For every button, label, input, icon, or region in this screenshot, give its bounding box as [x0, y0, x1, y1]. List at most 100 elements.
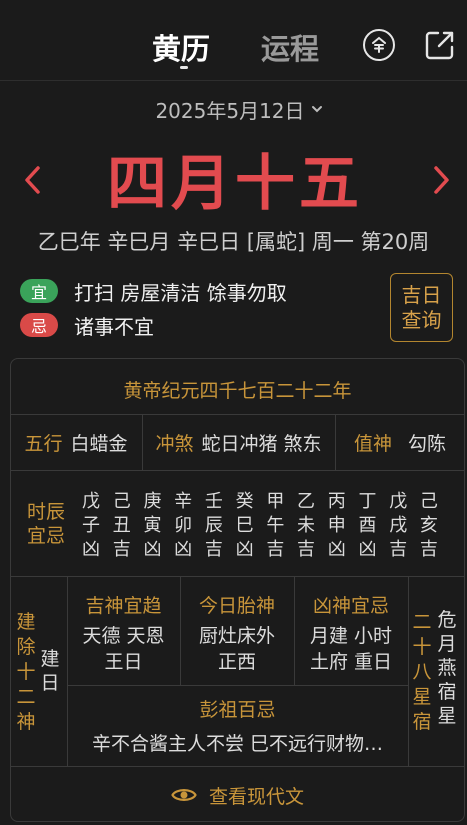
- xiongshen-line2: 土府 重日: [309, 650, 393, 673]
- jishen-title: 吉神宜趋: [85, 594, 162, 617]
- jianchu-char: 除: [16, 635, 36, 658]
- active-tab-indicator: [180, 66, 188, 69]
- xiu-value-char: 月: [437, 633, 457, 655]
- shichen-luck: 吉: [389, 539, 408, 560]
- shichen-column: 丙申凶: [326, 487, 348, 565]
- shichen-stem: 丁: [358, 491, 377, 512]
- jishen-line1: 天德 天恩: [82, 624, 165, 647]
- shichen-branch: 巳: [235, 515, 254, 536]
- yen-circle-icon[interactable]: [363, 29, 395, 61]
- jianchu-char: 神: [16, 710, 36, 733]
- xiu-char: 十: [412, 635, 432, 658]
- xiu-value-char: 宿: [437, 681, 457, 703]
- ji-text: 诸事不宜: [74, 315, 154, 339]
- next-day-button[interactable]: [428, 163, 454, 197]
- chongsha-label: 冲煞: [155, 432, 194, 455]
- shichen-grid: 戊子凶己丑吉庚寅凶辛卯凶壬辰吉癸巳凶甲午吉乙未吉丙申凶丁酉凶戊戌吉己亥吉: [80, 487, 440, 565]
- shichen-column: 己亥吉: [418, 487, 440, 565]
- shichen-column: 乙未吉: [295, 487, 317, 565]
- zhishen-label: 值神: [353, 432, 392, 455]
- shichen-branch: 戌: [389, 515, 408, 536]
- jianchu-value-char: 建: [40, 648, 60, 670]
- header-divider: [0, 80, 467, 81]
- shichen-stem: 丙: [327, 491, 346, 512]
- xiu-char: 二: [412, 610, 432, 633]
- taishen-line2: 正西: [217, 650, 256, 673]
- xiongshen-title: 凶神宜忌: [312, 594, 389, 617]
- date-selector[interactable]: 2025年5月12日: [140, 95, 340, 123]
- shichen-stem: 己: [419, 491, 438, 512]
- divider: [67, 685, 408, 686]
- xiu-value-char: 燕: [437, 657, 457, 679]
- shichen-luck: 凶: [174, 539, 193, 560]
- shichen-stem: 癸: [235, 491, 254, 512]
- xiu-value-char: 星: [437, 705, 457, 727]
- jianchu-value: 建 日: [38, 645, 62, 697]
- xiu-value-char: 危: [437, 609, 457, 631]
- view-modern-text-button[interactable]: 查看现代文: [10, 770, 465, 820]
- jiri-query-button[interactable]: 吉日 查询: [390, 273, 453, 342]
- date-label: 2025年5月12日: [155, 98, 305, 123]
- jiri-line2: 查询: [401, 307, 442, 332]
- shichen-branch: 申: [327, 515, 346, 536]
- shichen-luck: 凶: [327, 539, 346, 560]
- jianchu-char: 建: [16, 610, 36, 633]
- jishen-line2: 王日: [104, 650, 143, 673]
- share-icon[interactable]: [424, 29, 456, 61]
- pengzu-text: 辛不合酱主人不尝 巳不远行财物…: [91, 732, 384, 755]
- eye-icon: [171, 789, 197, 801]
- shichen-stem: 乙: [297, 491, 316, 512]
- shichen-branch: 酉: [358, 515, 377, 536]
- shichen-column: 戊戌吉: [387, 487, 409, 565]
- zhishen-cell: 值神 勾陈: [335, 414, 465, 470]
- xiu-char: 宿: [412, 710, 432, 733]
- shichen-luck: 吉: [419, 539, 438, 560]
- ganzhi-line: 乙巳年 辛巳月 辛巳日 [属蛇] 周一 第20周: [37, 230, 430, 254]
- taishen-title: 今日胎神: [198, 594, 275, 617]
- tab-huangli[interactable]: 黄历: [152, 26, 210, 68]
- shichen-column: 壬辰吉: [203, 487, 225, 565]
- shichen-column: 甲午吉: [264, 487, 286, 565]
- shichen-stem: 壬: [204, 491, 223, 512]
- shichen-label: 时辰 宜忌: [16, 498, 76, 550]
- shichen-luck: 凶: [235, 539, 254, 560]
- jianchu-label: 建 除 十 二 神: [14, 608, 38, 736]
- yi-text: 打扫 房屋清洁 馀事勿取: [74, 281, 287, 305]
- shichen-column: 戊子凶: [80, 487, 102, 565]
- jiri-line1: 吉日: [401, 282, 442, 307]
- chevron-down-icon: [311, 106, 322, 113]
- xiongshen-line1: 月建 小时: [309, 624, 393, 647]
- shichen-branch: 辰: [204, 515, 223, 536]
- shichen-branch: 子: [82, 515, 100, 536]
- shichen-luck: 凶: [82, 539, 100, 560]
- prev-day-button[interactable]: [20, 163, 46, 197]
- jianchu-char: 十: [16, 660, 36, 683]
- shichen-luck: 凶: [143, 539, 162, 560]
- yi-badge: 宜: [20, 279, 58, 303]
- wuxing-value: 白蜡金: [70, 432, 128, 455]
- tab-yuncheng[interactable]: 运程: [261, 26, 319, 68]
- shichen-luck: 吉: [112, 539, 131, 560]
- shichen-stem: 戊: [389, 491, 408, 512]
- wuxing-cell: 五行 白蜡金: [10, 414, 142, 470]
- jianchu-char: 二: [16, 685, 36, 708]
- xiu-value: 危 月 燕 宿 星: [436, 608, 458, 728]
- chongsha-cell: 冲煞 蛇日冲猪 煞东: [142, 414, 335, 470]
- shichen-branch: 寅: [143, 515, 162, 536]
- huangdi-era: 黄帝纪元四千七百二十二年: [123, 379, 352, 402]
- modern-link-label: 查看现代文: [208, 785, 304, 808]
- shichen-branch: 未: [297, 515, 316, 536]
- shichen-branch: 卯: [174, 515, 193, 536]
- divider: [408, 576, 409, 766]
- xiu-char: 八: [412, 660, 432, 683]
- shichen-luck: 吉: [266, 539, 285, 560]
- shichen-stem: 甲: [266, 491, 285, 512]
- shichen-branch: 亥: [419, 515, 438, 536]
- shichen-column: 丁酉凶: [356, 487, 378, 565]
- shichen-luck: 吉: [204, 539, 223, 560]
- shichen-label-line1: 时辰: [26, 501, 65, 523]
- zhishen-value: 勾陈: [408, 432, 447, 455]
- shichen-column: 庚寅凶: [141, 487, 163, 565]
- shichen-stem: 辛: [174, 491, 193, 512]
- divider: [10, 766, 465, 767]
